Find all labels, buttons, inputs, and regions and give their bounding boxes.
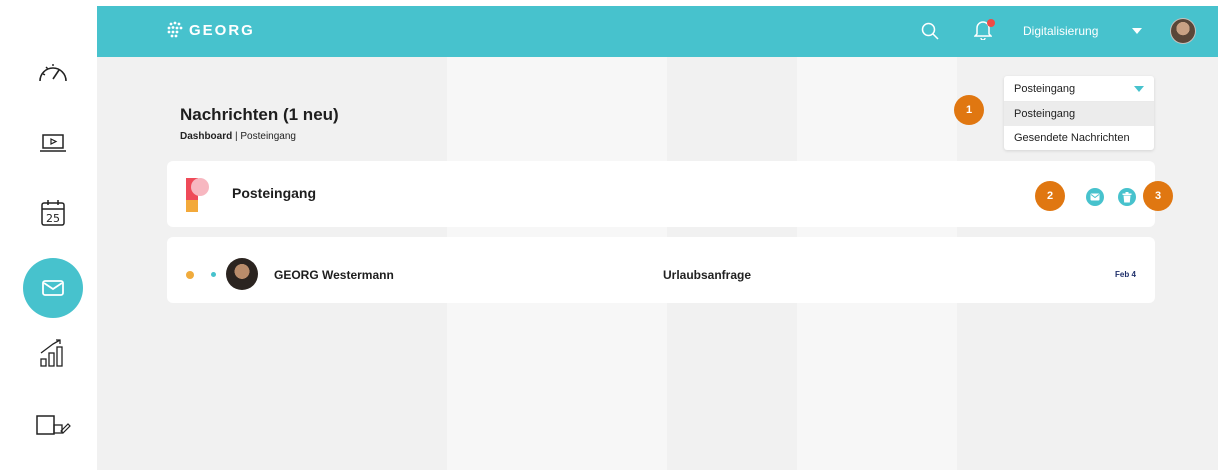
priority-dot: [186, 271, 194, 279]
speedometer-icon: [39, 64, 67, 82]
inbox-card: Posteingang 2 3: [167, 161, 1173, 227]
mail-icon: [1090, 193, 1100, 201]
page-title: Nachrichten (1 neu): [180, 105, 339, 124]
caret-down-icon: [1134, 85, 1144, 92]
mail-icon: [42, 280, 64, 296]
calendar-day-label: 25: [46, 212, 60, 225]
sidebar: 25: [0, 0, 97, 470]
app-window: 25 GEORG Digitalisierung Nachrichten (1 …: [0, 0, 1226, 470]
notification-dot: [987, 19, 995, 27]
calendar-icon: 25: [41, 200, 65, 226]
breadcrumb-current: Posteingang: [240, 131, 296, 142]
folder-dropdown[interactable]: Posteingang Posteingang Gesendete Nachri…: [1004, 76, 1154, 150]
annotation-badge-2: 2: [1035, 181, 1065, 211]
folder-dropdown-toggle[interactable]: Posteingang: [1004, 76, 1154, 102]
breadcrumb: Dashboard | Posteingang: [180, 131, 296, 142]
design-tools-icon: [36, 415, 71, 435]
message-subject: Urlaubsanfrage: [663, 268, 752, 282]
laptop-play-icon: [40, 134, 66, 152]
sidebar-item-design[interactable]: [23, 395, 83, 455]
top-bar: GEORG Digitalisierung: [97, 6, 1218, 57]
message-sender: GEORG Westermann: [274, 268, 394, 282]
annotation-badge-3: 3: [1143, 181, 1173, 211]
folder-dropdown-value: Posteingang: [1014, 82, 1076, 95]
sidebar-item-dashboard[interactable]: [23, 43, 83, 103]
user-name[interactable]: Digitalisierung: [1023, 24, 1098, 38]
main-content: Nachrichten (1 neu) Dashboard | Posteing…: [97, 57, 1218, 470]
annotation-badge-1: 1: [954, 95, 984, 125]
brand-name: GEORG: [189, 21, 255, 39]
delete-button[interactable]: [1118, 188, 1136, 206]
sidebar-item-elearning[interactable]: [23, 113, 83, 173]
trash-icon: [1122, 191, 1132, 202]
mark-read-button[interactable]: [1086, 188, 1104, 206]
sender-avatar: [226, 258, 258, 290]
sidebar-item-calendar[interactable]: 25: [23, 183, 83, 243]
user-avatar[interactable]: [1170, 18, 1196, 44]
message-row[interactable]: GEORG Westermann Urlaubsanfrage Feb 4: [167, 237, 1155, 303]
sidebar-item-messages[interactable]: [23, 258, 83, 318]
chevron-down-icon[interactable]: [1132, 28, 1142, 34]
breadcrumb-dashboard[interactable]: Dashboard: [180, 131, 232, 142]
unread-dot: [211, 272, 216, 277]
bar-chart-icon: [40, 339, 63, 367]
brand-logo[interactable]: GEORG: [163, 18, 255, 42]
globe-logo-icon: [167, 21, 183, 38]
search-icon[interactable]: [921, 22, 939, 40]
app-logo-icon: [186, 178, 209, 212]
folder-option-sent[interactable]: Gesendete Nachrichten: [1004, 126, 1154, 150]
folder-option-inbox[interactable]: Posteingang: [1004, 102, 1154, 126]
inbox-title: Posteingang: [232, 185, 317, 201]
sidebar-item-statistics[interactable]: [23, 323, 83, 383]
message-date: Feb 4: [1115, 270, 1136, 279]
